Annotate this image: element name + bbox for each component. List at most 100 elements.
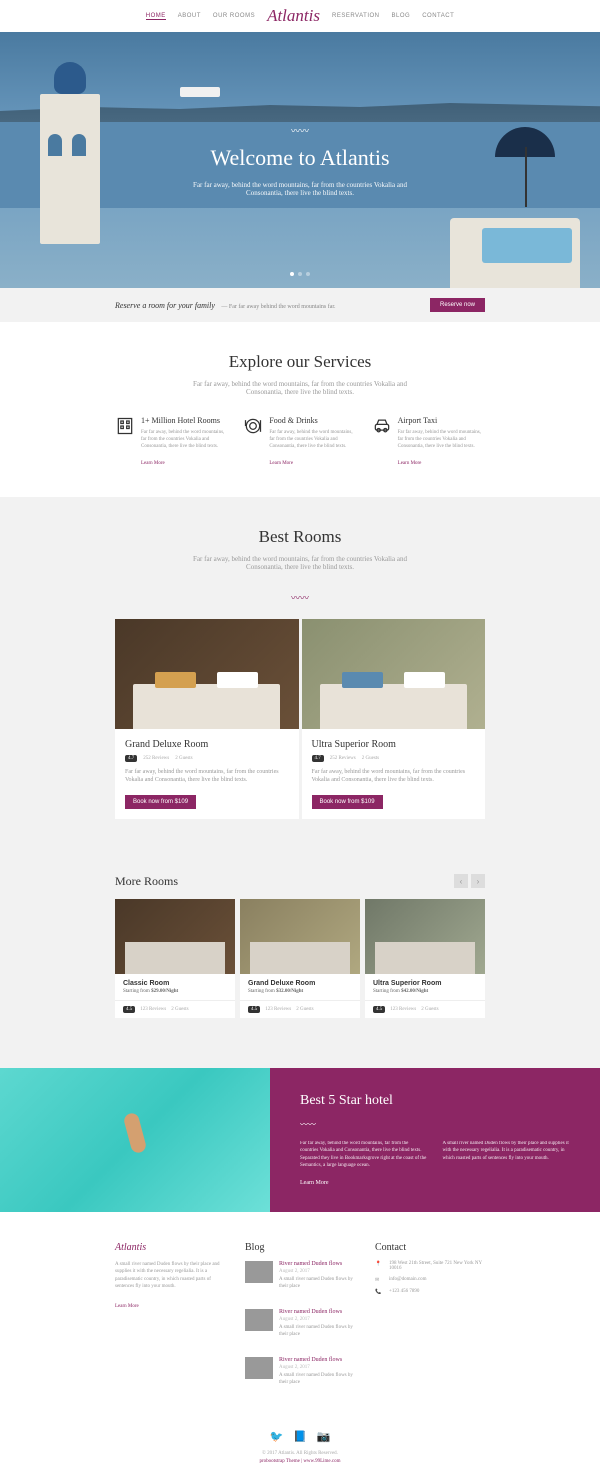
learn-more-link[interactable]: Learn More <box>300 1180 329 1186</box>
food-icon <box>243 416 263 436</box>
dot-3[interactable] <box>306 272 310 276</box>
blog-item[interactable]: River named Duden flowsAugust 2, 2017A s… <box>245 1309 355 1347</box>
reserve-subtitle: — Far far away behind the word mountains… <box>221 304 335 310</box>
five-star-title: Best 5 Star hotel <box>300 1093 570 1109</box>
nav-contact[interactable]: CONTACT <box>422 13 454 19</box>
book-button[interactable]: Book now from $109 <box>125 795 196 809</box>
rating-badge: 4.7 <box>125 755 137 762</box>
room-image[interactable] <box>302 619 486 729</box>
blog-item[interactable]: River named Duden flowsAugust 2, 2017A s… <box>245 1357 355 1395</box>
nav-about[interactable]: ABOUT <box>178 13 201 19</box>
five-star-p2: A small river named Duden flows by their… <box>443 1140 571 1170</box>
rating-badge: 4.5 <box>248 1006 260 1013</box>
room-title: Ultra Superior Room <box>373 980 477 987</box>
best-rooms-section: Best Rooms Far far away, behind the word… <box>0 497 600 849</box>
rating-badge: 4.5 <box>123 1006 135 1013</box>
blog-date: August 2, 2017 <box>279 1317 355 1322</box>
footer-about: A small river named Duden flows by their… <box>115 1261 225 1291</box>
building-icon <box>115 416 135 436</box>
small-room-card[interactable]: Ultra Superior Room Starting from $42.00… <box>365 899 485 1018</box>
blog-title: River named Duden flows <box>279 1357 355 1363</box>
wave-decoration: 〰〰 <box>291 124 309 137</box>
blog-title: River named Duden flows <box>279 1309 355 1315</box>
service-title: Airport Taxi <box>398 416 485 425</box>
five-star-p1: Far far away, behind the word mountains,… <box>300 1140 428 1170</box>
logo[interactable]: Atlantis <box>267 6 320 26</box>
contact-address: 📍198 West 21th Street, Suite 721 New Yor… <box>375 1261 485 1271</box>
copyright: © 2017 Atlantis. All Rights Reserved. <box>115 1451 485 1456</box>
contact-phone[interactable]: 📞+123 456 7890 <box>375 1289 485 1295</box>
blog-thumb <box>245 1309 273 1331</box>
services-section: Explore our Services Far far away, behin… <box>0 322 600 497</box>
blog-item[interactable]: River named Duden flows August 2, 2017 A s… <box>245 1261 355 1299</box>
guests-count: 2 Guests <box>362 756 379 761</box>
learn-more-link[interactable]: Learn More <box>398 461 422 466</box>
twitter-icon[interactable]: 🐦 <box>269 1430 283 1443</box>
small-room-card[interactable]: Classic Room Starting from $29.00/Night … <box>115 899 235 1018</box>
footer-logo: Atlantis <box>115 1242 225 1253</box>
best-rooms-subtitle: Far far away, behind the word mountains,… <box>185 555 415 571</box>
hero-subtitle: Far far away, behind the word mountains,… <box>185 181 415 197</box>
main-header: HOME ABOUT OUR ROOMS Atlantis RESERVATIO… <box>0 0 600 32</box>
phone-icon: 📞 <box>375 1289 383 1295</box>
pool-image <box>0 1068 270 1212</box>
nav-reservation[interactable]: RESERVATION <box>332 13 380 19</box>
service-title: 1+ Million Hotel Rooms <box>141 416 228 425</box>
learn-more-link[interactable]: Learn More <box>141 461 165 466</box>
service-desc: Far far away, behind the word mountains,… <box>141 429 228 450</box>
blog-desc: A small river named Duden flows by their… <box>279 1276 355 1291</box>
footer-contact-title: Contact <box>375 1242 485 1253</box>
price-amount: $32.00/Night <box>276 989 303 994</box>
five-star-section: Best 5 Star hotel 〰〰 Far far away, behin… <box>0 1068 600 1212</box>
room-image <box>365 899 485 974</box>
reviews-count: 123 Reviews <box>390 1007 416 1012</box>
nav-rooms[interactable]: OUR ROOMS <box>213 13 255 19</box>
contact-email[interactable]: ✉info@domain.com <box>375 1277 485 1283</box>
small-room-card[interactable]: Grand Deluxe Room Starting from $32.00/N… <box>240 899 360 1018</box>
social-links: 🐦 📘 📷 <box>115 1430 485 1443</box>
price-label: Starting from <box>373 989 401 994</box>
guests-count: 2 Guests <box>421 1007 438 1012</box>
reserve-button[interactable]: Reserve now <box>430 298 485 312</box>
reserve-bar: Reserve a room for your family — Far far… <box>0 288 600 322</box>
nav-blog[interactable]: BLOG <box>392 13 411 19</box>
room-title: Classic Room <box>123 980 227 987</box>
blog-date: August 2, 2017 <box>279 1269 355 1274</box>
dot-1[interactable] <box>290 272 294 276</box>
dot-2[interactable] <box>298 272 302 276</box>
room-image <box>115 899 235 974</box>
service-rooms: 1+ Million Hotel Rooms Far far away, beh… <box>115 416 228 467</box>
more-rooms-section: More Rooms ‹ › Classic Room Starting fro… <box>0 849 600 1068</box>
service-taxi: Airport Taxi Far far away, behind the wo… <box>372 416 485 467</box>
learn-more-link[interactable]: Learn More <box>269 461 293 466</box>
facebook-icon[interactable]: 📘 <box>293 1430 307 1443</box>
services-subtitle: Far far away, behind the word mountains,… <box>185 380 415 396</box>
prev-arrow-button[interactable]: ‹ <box>454 874 468 888</box>
price-label: Starting from <box>248 989 276 994</box>
room-image[interactable] <box>115 619 299 729</box>
reviews-count: 123 Reviews <box>140 1007 166 1012</box>
room-title: Ultra Superior Room <box>312 739 476 750</box>
learn-more-link[interactable]: Learn More <box>115 1304 139 1309</box>
hero-title: Welcome to Atlantis <box>210 145 389 171</box>
nav-home[interactable]: HOME <box>146 13 166 20</box>
taxi-icon <box>372 416 392 436</box>
next-arrow-button[interactable]: › <box>471 874 485 888</box>
guests-count: 2 Guests <box>171 1007 188 1012</box>
book-button[interactable]: Book now from $109 <box>312 795 383 809</box>
blog-title: River named Duden flows <box>279 1261 355 1267</box>
service-desc: Far far away, behind the word mountains,… <box>269 429 356 450</box>
instagram-icon[interactable]: 📷 <box>317 1430 331 1443</box>
service-food: Food & Drinks Far far away, behind the w… <box>243 416 356 467</box>
guests-count: 2 Guests <box>296 1007 313 1012</box>
blog-date: August 2, 2017 <box>279 1365 355 1370</box>
mail-icon: ✉ <box>375 1277 383 1283</box>
reviews-count: 252 Reviews <box>330 756 356 761</box>
blog-thumb <box>245 1261 273 1283</box>
more-rooms-title: More Rooms <box>115 874 178 889</box>
room-card: Ultra Superior Room 4.7252 Reviews2 Gues… <box>302 619 486 819</box>
room-desc: Far far away, behind the word mountains,… <box>312 768 476 785</box>
room-title: Grand Deluxe Room <box>248 980 352 987</box>
price-amount: $29.00/Night <box>151 989 178 994</box>
carousel-dots <box>290 272 310 276</box>
